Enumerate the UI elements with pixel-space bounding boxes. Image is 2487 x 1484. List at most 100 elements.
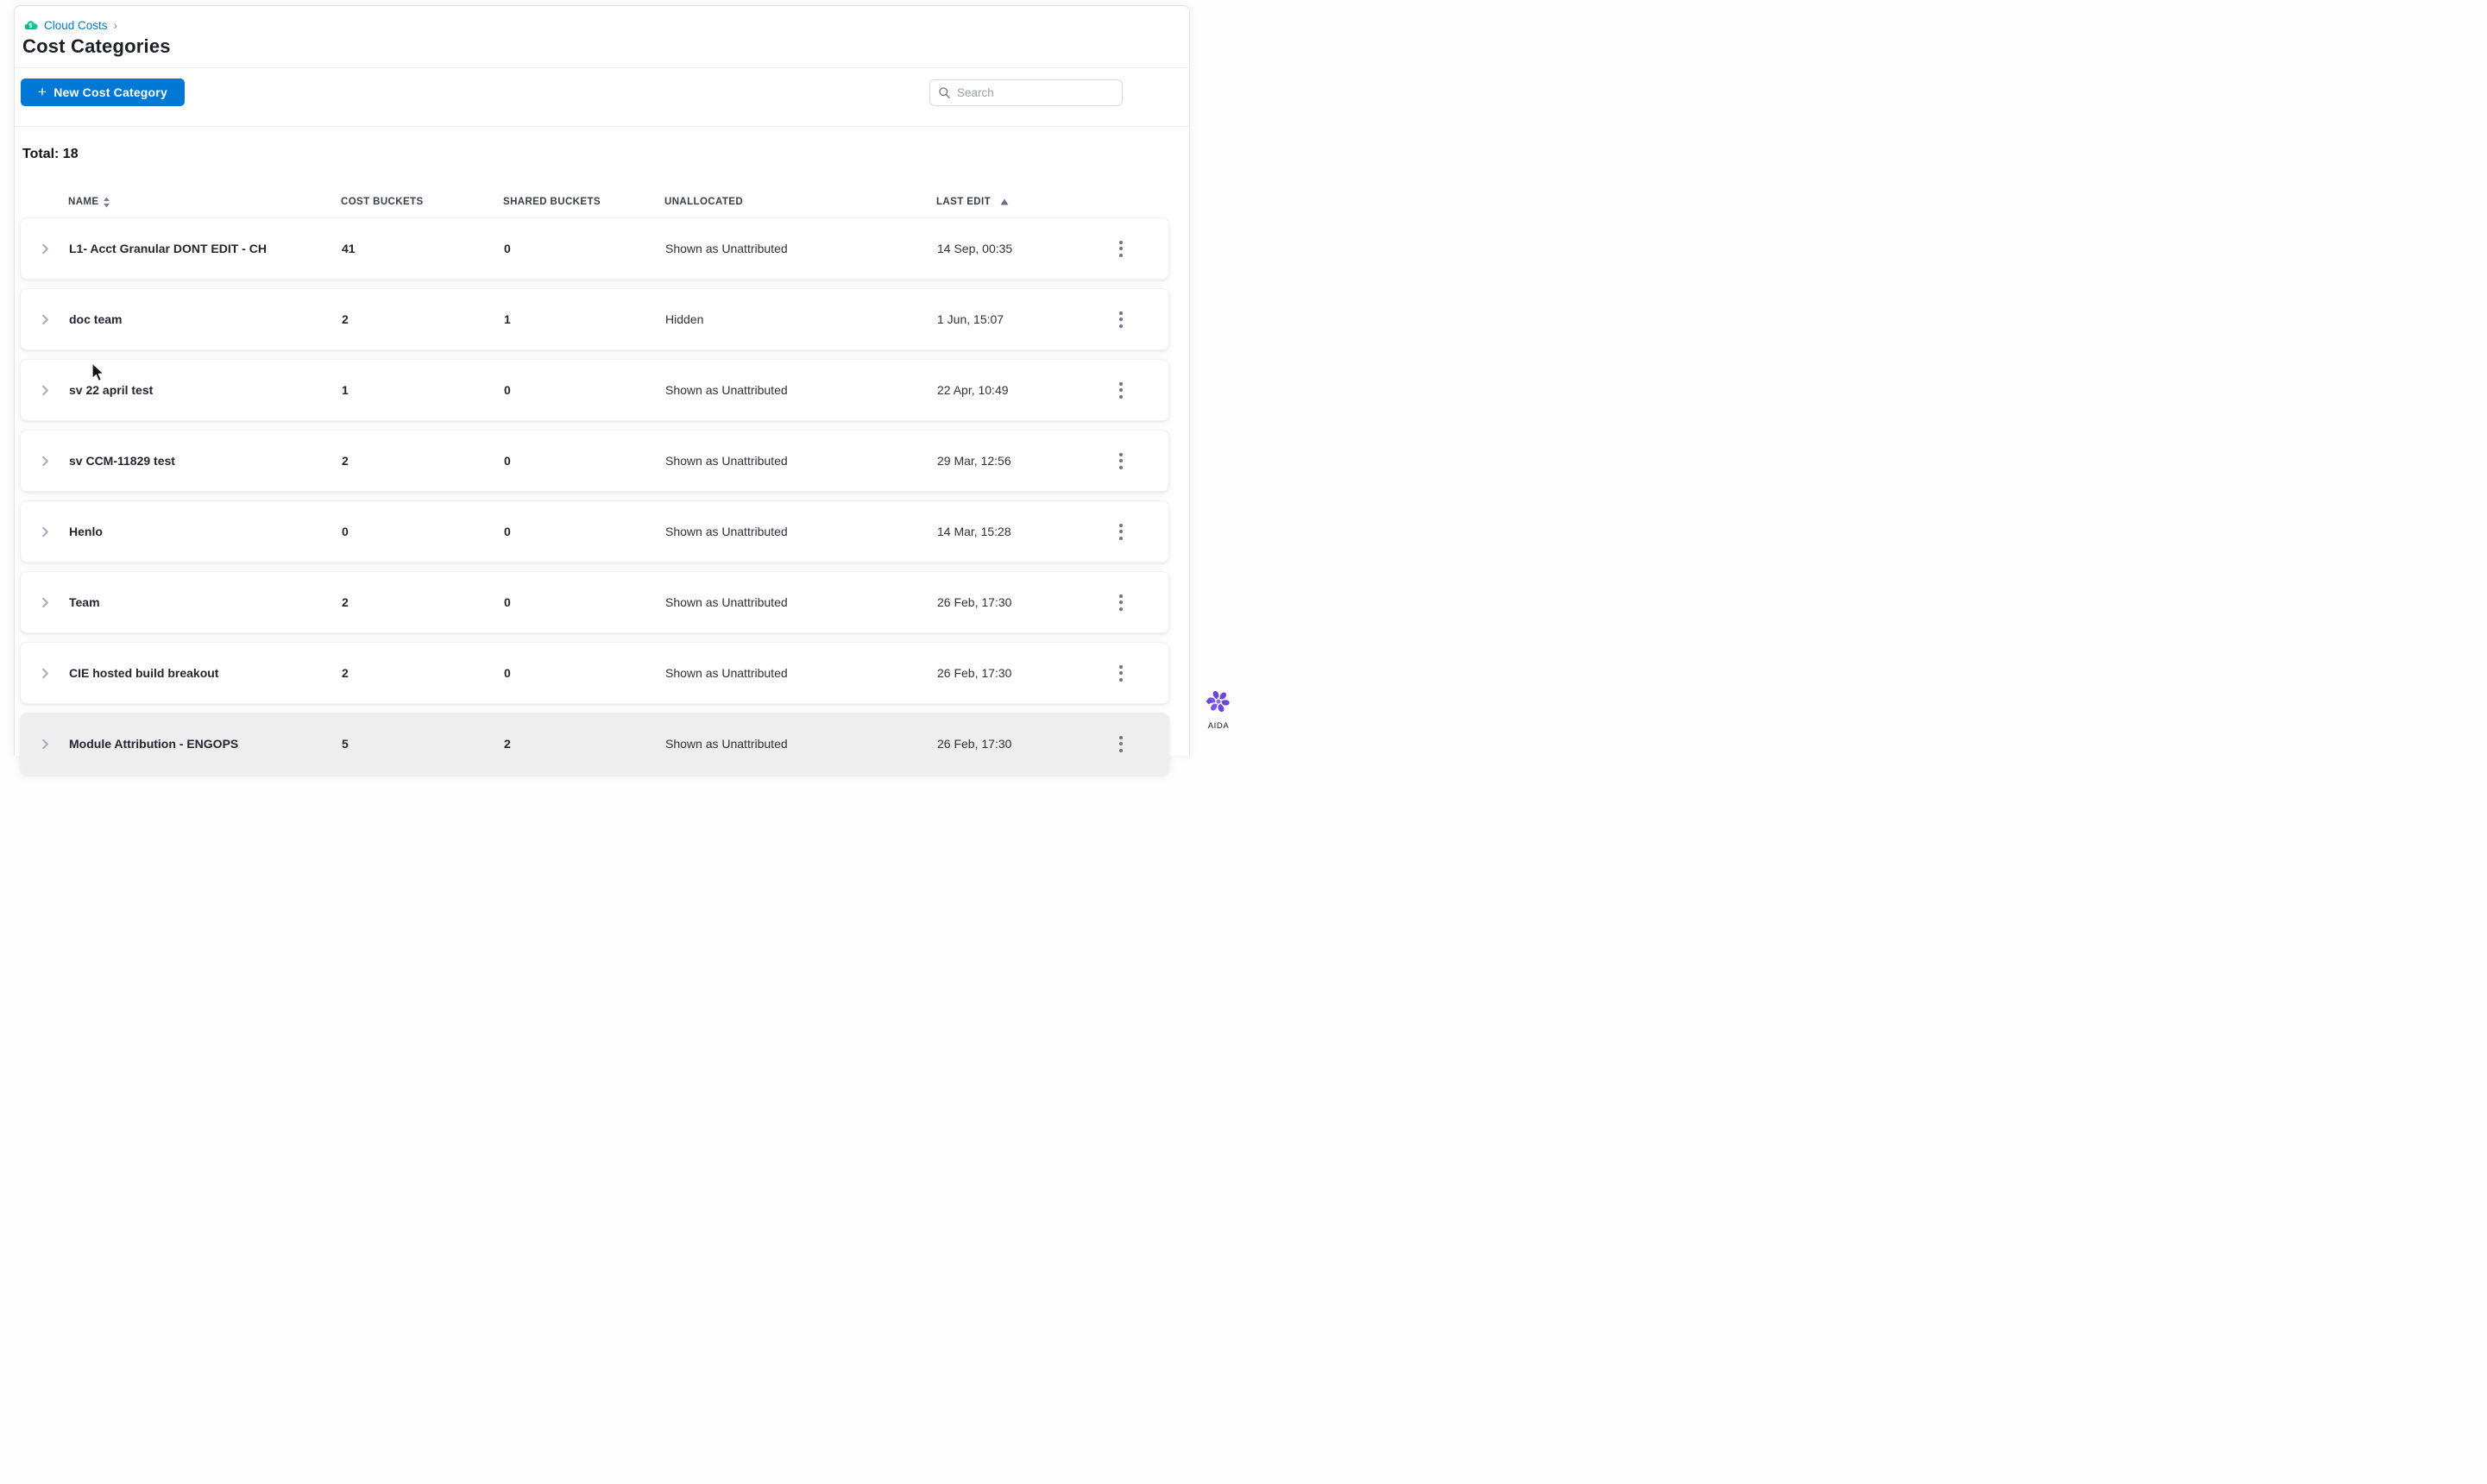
- row-name: Henlo: [69, 525, 103, 538]
- row-unallocated: Shown as Unattributed: [665, 666, 788, 680]
- row-cost-buckets: 41: [342, 242, 356, 255]
- page-title: Cost Categories: [22, 35, 171, 57]
- expand-row-button[interactable]: [21, 667, 69, 680]
- cost-category-row[interactable]: CIE hosted build breakout 2 0 Shown as U…: [20, 642, 1169, 704]
- row-name: CIE hosted build breakout: [69, 666, 219, 680]
- cloud-costs-icon: $: [23, 19, 38, 32]
- chevron-right-icon: [39, 313, 52, 326]
- cost-category-row[interactable]: sv 22 april test 1 0 Shown as Unattribut…: [20, 359, 1169, 421]
- expand-row-button[interactable]: [21, 384, 69, 397]
- row-menu-kebab-button[interactable]: [1109, 517, 1133, 546]
- breadcrumb-cloud-costs-link[interactable]: $ Cloud Costs: [23, 19, 108, 32]
- row-menu-kebab-button[interactable]: [1109, 305, 1133, 334]
- chevron-right-icon: [39, 384, 52, 397]
- chevron-right-icon: [39, 667, 52, 680]
- row-name: Team: [69, 595, 100, 609]
- row-last-edit: 29 Mar, 12:56: [937, 454, 1011, 468]
- row-shared-buckets: 0: [504, 595, 511, 609]
- row-cost-buckets: 2: [342, 454, 349, 468]
- row-unallocated: Shown as Unattributed: [665, 595, 788, 609]
- row-cost-buckets: 0: [342, 525, 349, 538]
- cost-category-list: L1- Acct Granular DONT EDIT - CH 41 0 Sh…: [20, 217, 1169, 783]
- cost-category-row[interactable]: L1- Acct Granular DONT EDIT - CH 41 0 Sh…: [20, 217, 1169, 280]
- cost-category-row[interactable]: doc team 2 1 Hidden 1 Jun, 15:07: [20, 288, 1169, 350]
- search-icon: [938, 86, 951, 99]
- aida-icon: [1206, 689, 1231, 714]
- search-box: [929, 79, 1123, 106]
- column-header-last-edit[interactable]: LAST EDIT: [936, 197, 1093, 207]
- main-panel: $ Cloud Costs › Cost Categories + New Co…: [14, 5, 1190, 775]
- search-input[interactable]: [957, 86, 1114, 99]
- row-shared-buckets: 0: [504, 242, 511, 255]
- chevron-right-icon: [39, 596, 52, 609]
- row-shared-buckets: 0: [504, 454, 511, 468]
- row-last-edit: 26 Feb, 17:30: [937, 595, 1012, 609]
- row-name: sv 22 april test: [69, 383, 154, 397]
- column-header-cost-buckets: COST BUCKETS: [341, 197, 424, 207]
- row-shared-buckets: 0: [504, 383, 511, 397]
- breadcrumb-separator-icon: ›: [113, 18, 118, 32]
- expand-row-button[interactable]: [21, 242, 69, 255]
- chevron-right-icon: [39, 738, 52, 751]
- row-cost-buckets: 2: [342, 312, 349, 326]
- row-shared-buckets: 2: [504, 737, 511, 751]
- row-last-edit: 26 Feb, 17:30: [937, 737, 1012, 751]
- row-unallocated: Shown as Unattributed: [665, 242, 788, 255]
- chevron-right-icon: [39, 455, 52, 468]
- row-shared-buckets: 1: [504, 312, 511, 326]
- row-unallocated: Shown as Unattributed: [665, 525, 788, 538]
- row-name: Module Attribution - ENGOPS: [69, 737, 239, 751]
- row-cost-buckets: 1: [342, 383, 349, 397]
- plus-icon: +: [38, 84, 47, 100]
- sort-asc-icon[interactable]: [1000, 198, 1009, 205]
- cost-category-row[interactable]: Team 2 0 Shown as Unattributed 26 Feb, 1…: [20, 571, 1169, 633]
- new-cost-category-button[interactable]: + New Cost Category: [21, 79, 185, 106]
- row-cost-buckets: 2: [342, 666, 349, 680]
- row-cost-buckets: 5: [342, 737, 349, 751]
- row-name: doc team: [69, 312, 123, 326]
- aida-assistant-button[interactable]: AIDA: [1201, 689, 1236, 731]
- row-menu-kebab-button[interactable]: [1109, 375, 1133, 405]
- row-shared-buckets: 0: [504, 666, 511, 680]
- expand-row-button[interactable]: [21, 525, 69, 538]
- column-header-name[interactable]: NAME: [68, 197, 341, 208]
- expand-row-button[interactable]: [21, 738, 69, 751]
- table-header: NAME COST BUCKETS SHARED BUCKETS UNALLOC…: [20, 194, 1169, 210]
- row-name: sv CCM-11829 test: [69, 454, 175, 468]
- column-header-shared-buckets: SHARED BUCKETS: [503, 197, 601, 207]
- row-menu-kebab-button[interactable]: [1109, 729, 1133, 758]
- row-menu-kebab-button[interactable]: [1109, 658, 1133, 688]
- row-shared-buckets: 0: [504, 525, 511, 538]
- cost-category-row[interactable]: Henlo 0 0 Shown as Unattributed 14 Mar, …: [20, 500, 1169, 563]
- expand-row-button[interactable]: [21, 313, 69, 326]
- aida-label: AIDA: [1207, 721, 1230, 731]
- row-unallocated: Shown as Unattributed: [665, 454, 788, 468]
- toolbar-divider: [15, 126, 1189, 127]
- cost-category-row[interactable]: sv CCM-11829 test 2 0 Shown as Unattribu…: [20, 430, 1169, 492]
- svg-text:$: $: [28, 22, 32, 28]
- cost-category-row[interactable]: Module Attribution - ENGOPS 5 2 Shown as…: [20, 713, 1169, 775]
- chevron-right-icon: [39, 242, 52, 255]
- breadcrumb-label: Cloud Costs: [44, 18, 108, 32]
- row-menu-kebab-button[interactable]: [1109, 588, 1133, 617]
- expand-row-button[interactable]: [21, 596, 69, 609]
- sort-both-icon[interactable]: [103, 197, 110, 208]
- row-last-edit: 14 Sep, 00:35: [937, 242, 1013, 255]
- row-unallocated: Shown as Unattributed: [665, 737, 788, 751]
- total-count: Total: 18: [22, 147, 79, 161]
- row-last-edit: 1 Jun, 15:07: [937, 312, 1004, 326]
- row-cost-buckets: 2: [342, 595, 349, 609]
- chevron-right-icon: [39, 525, 52, 538]
- expand-row-button[interactable]: [21, 455, 69, 468]
- row-name: L1- Acct Granular DONT EDIT - CH: [69, 242, 267, 255]
- row-last-edit: 14 Mar, 15:28: [937, 525, 1011, 538]
- row-last-edit: 22 Apr, 10:49: [937, 383, 1009, 397]
- column-header-unallocated: UNALLOCATED: [664, 197, 744, 207]
- row-unallocated: Shown as Unattributed: [665, 383, 788, 397]
- row-last-edit: 26 Feb, 17:30: [937, 666, 1012, 680]
- row-unallocated: Hidden: [665, 312, 704, 326]
- row-menu-kebab-button[interactable]: [1109, 234, 1133, 263]
- row-menu-kebab-button[interactable]: [1109, 446, 1133, 475]
- new-cost-category-label: New Cost Category: [54, 85, 167, 99]
- breadcrumb: $ Cloud Costs ›: [23, 18, 117, 32]
